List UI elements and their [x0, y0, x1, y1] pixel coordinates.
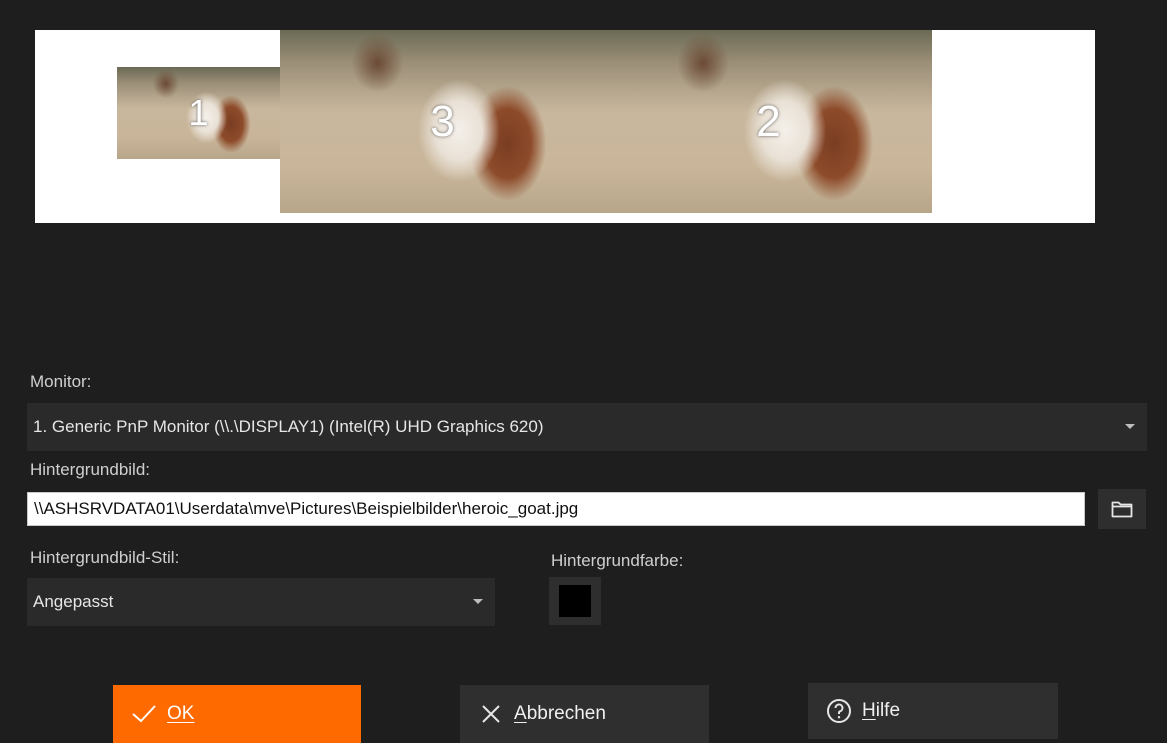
wallpaper-label: Hintergrundbild: — [30, 460, 151, 479]
close-icon — [478, 701, 504, 727]
browse-button[interactable] — [1098, 489, 1146, 529]
wallpaper-path-input[interactable] — [27, 492, 1085, 526]
monitor-number: 1 — [188, 92, 209, 133]
monitor-select[interactable]: 1. Generic PnP Monitor (\\.\DISPLAY1) (I… — [27, 403, 1147, 451]
cancel-button[interactable]: Abbrechen — [460, 685, 709, 743]
help-button[interactable]: Hilfe — [808, 683, 1058, 739]
cancel-button-mnemonic: A — [514, 703, 527, 724]
monitor-number: 3 — [430, 96, 455, 146]
monitor-select-value: 1. Generic PnP Monitor (\\.\DISPLAY1) (I… — [33, 417, 544, 436]
style-select-value: Angepasst — [33, 592, 114, 611]
chevron-down-icon — [473, 599, 483, 604]
chevron-down-icon — [1125, 424, 1135, 429]
monitor-preview: 1 3 2 — [35, 30, 1095, 223]
bgcolor-swatch — [559, 585, 591, 617]
cancel-button-label-rest: bbrechen — [526, 703, 606, 724]
help-button-label-rest: ilfe — [875, 700, 901, 721]
bgcolor-picker-button[interactable] — [549, 577, 601, 625]
style-select[interactable]: Angepasst — [27, 578, 495, 626]
bgcolor-label: Hintergrundfarbe: — [551, 551, 684, 570]
help-button-mnemonic: H — [862, 700, 876, 721]
monitor-label: Monitor: — [30, 372, 92, 391]
monitor-2-thumbnail[interactable]: 2 — [605, 30, 932, 213]
ok-button-mnemonic: O — [167, 703, 182, 724]
ok-button[interactable]: OK — [113, 685, 361, 743]
help-icon — [826, 698, 852, 724]
checkmark-icon — [131, 701, 157, 727]
monitor-1-thumbnail[interactable]: 1 — [117, 67, 280, 159]
folder-icon — [1111, 501, 1133, 518]
style-label: Hintergrundbild-Stil: — [30, 548, 180, 567]
monitor-3-thumbnail[interactable]: 3 — [280, 30, 605, 213]
ok-button-label-rest: K — [181, 703, 195, 724]
monitor-number: 2 — [756, 96, 781, 146]
